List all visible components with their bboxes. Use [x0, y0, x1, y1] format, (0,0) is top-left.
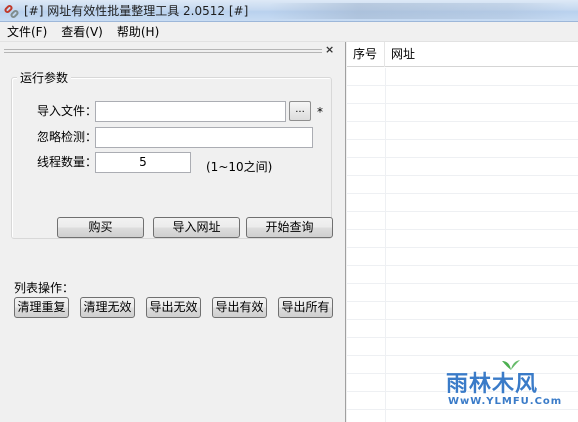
menu-view[interactable]: 查看(V) — [54, 22, 110, 42]
watermark: 雨林木风 WwW.YLMFU.Com — [440, 360, 574, 418]
list-ops-label: 列表操作： — [14, 281, 75, 295]
browse-button[interactable]: ... — [289, 101, 311, 121]
params-legend: 运行参数 — [17, 69, 72, 86]
clear-duplicates-button[interactable]: 清理重复 — [14, 297, 69, 318]
menu-file[interactable]: 文件(F) — [0, 22, 54, 42]
export-all-button[interactable]: 导出所有 — [278, 297, 333, 318]
window-title: [#] 网址有效性批量整理工具 2.0512 [#] — [24, 4, 249, 18]
control-panel: × 运行参数 导入文件： ... * 忽略检测： 线程数量： 5 (1~10之间… — [0, 42, 340, 422]
export-invalid-button[interactable]: 导出无效 — [146, 297, 201, 318]
title-bar-blur — [268, 3, 568, 19]
column-divider — [385, 68, 386, 422]
thread-count-input[interactable]: 5 — [95, 152, 191, 173]
chain-link-icon[interactable] — [3, 3, 20, 19]
panel-grip[interactable] — [4, 49, 322, 53]
close-icon[interactable]: × — [325, 44, 334, 56]
panel-splitter[interactable] — [340, 42, 346, 422]
ignore-check-label: 忽略检测： — [37, 130, 98, 144]
menu-help[interactable]: 帮助(H) — [110, 22, 166, 42]
column-header-url[interactable]: 网址 — [385, 42, 578, 67]
watermark-url: WwW.YLMFU.Com — [448, 396, 563, 407]
buy-button[interactable]: 购买 — [57, 217, 144, 238]
thread-count-label: 线程数量： — [37, 155, 98, 169]
export-valid-button[interactable]: 导出有效 — [212, 297, 267, 318]
ignore-check-input[interactable] — [95, 127, 313, 148]
required-mark: * — [317, 105, 323, 119]
import-file-input[interactable] — [95, 101, 286, 122]
start-query-button[interactable]: 开始查询 — [246, 217, 333, 238]
clear-invalid-button[interactable]: 清理无效 — [80, 297, 135, 318]
watermark-logo: 雨林木风 — [446, 372, 539, 397]
menu-bar: 文件(F) 查看(V) 帮助(H) — [0, 22, 578, 42]
column-header-index[interactable]: 序号 — [347, 42, 385, 67]
thread-count-hint: (1~10之间) — [206, 160, 273, 174]
title-bar: [#] 网址有效性批量整理工具 2.0512 [#] — [0, 0, 578, 22]
list-header: 序号 网址 — [347, 42, 578, 67]
import-urls-button[interactable]: 导入网址 — [153, 217, 240, 238]
import-file-label: 导入文件： — [37, 104, 98, 118]
